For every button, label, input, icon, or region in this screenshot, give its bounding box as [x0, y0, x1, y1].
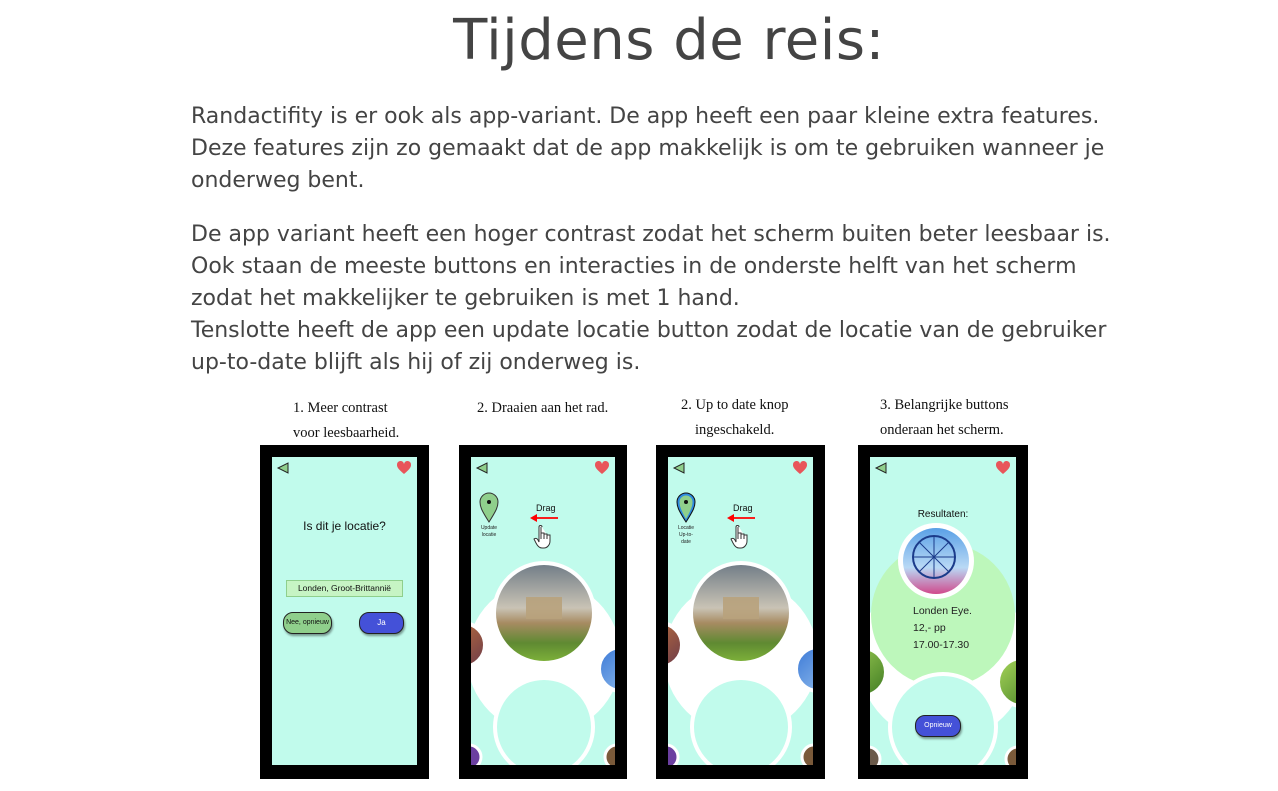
pin-label-line2: Up-to-date	[679, 532, 693, 545]
phone-screen: Locatie Up-to-date Drag	[668, 457, 813, 765]
phone-mockup-wheel: Update locatie Drag	[459, 445, 627, 779]
phone-mockup-uptodate: Locatie Up-to-date Drag	[656, 445, 825, 779]
drag-label: Drag	[536, 503, 556, 513]
pin-label-line1: Locatie	[677, 525, 695, 531]
again-button[interactable]: Opnieuw	[915, 715, 961, 737]
phone-mockup-results: Resultaten: Londen Eye. 12,- pp 17.00-17…	[858, 445, 1028, 779]
caption-4-line2: onderaan het scherm.	[880, 422, 1004, 438]
features-paragraph-part1: De app variant heeft een hoger contrast …	[191, 222, 1111, 311]
pin-label-line1: Update	[480, 525, 498, 531]
phone-screen: Update locatie Drag	[471, 457, 615, 765]
heart-icon[interactable]	[396, 460, 412, 476]
location-field[interactable]: Londen, Groot-Brittannië	[286, 580, 403, 597]
arrow-left-icon	[530, 514, 558, 522]
caption-4: 3. Belangrijke buttons onderaan het sche…	[880, 393, 1008, 443]
location-pin-icon[interactable]	[478, 491, 500, 523]
caption-2: 2. Draaien aan het rad.	[477, 396, 608, 421]
location-question: Is dit je locatie?	[303, 519, 386, 533]
caption-1-line2: voor leesbaarheid.	[293, 425, 400, 441]
result-time: 17.00-17.30	[913, 639, 970, 651]
result-details: Londen Eye. 12,- pp 17.00-17.30	[913, 603, 972, 654]
results-title: Resultaten:	[917, 509, 969, 520]
caption-2-line1: 2. Draaien aan het rad.	[477, 400, 609, 416]
features-paragraph-part2: Tenslotte heeft de app een update locati…	[191, 318, 1107, 375]
heart-icon[interactable]	[792, 460, 808, 476]
location-pin-icon[interactable]	[675, 491, 697, 523]
phone-screen: Resultaten: Londen Eye. 12,- pp 17.00-17…	[870, 457, 1016, 765]
intro-paragraph: Randactifity is er ook als app-variant. …	[191, 104, 1105, 193]
caption-1-line1: 1. Meer contrast	[293, 400, 388, 416]
retry-button[interactable]: Nee, opnieuw	[283, 612, 332, 634]
phone-mockup-location: Is dit je locatie? Londen, Groot-Brittan…	[260, 445, 429, 779]
hand-pointer-icon	[730, 525, 748, 549]
location-uptodate-label: Locatie Up-to-date	[676, 525, 696, 546]
hand-pointer-icon	[533, 525, 551, 549]
heart-icon[interactable]	[594, 460, 610, 476]
confirm-button[interactable]: Ja	[359, 612, 404, 634]
back-triangle-icon[interactable]	[475, 461, 489, 475]
features-paragraph: De app variant heeft een hoger contrast …	[191, 219, 1111, 379]
phone-screen: Is dit je locatie? Londen, Groot-Brittan…	[272, 457, 417, 765]
result-name: Londen Eye.	[913, 605, 972, 617]
back-triangle-icon[interactable]	[874, 461, 888, 475]
arrow-left-icon	[727, 514, 755, 522]
drag-label: Drag	[733, 503, 753, 513]
back-triangle-icon[interactable]	[672, 461, 686, 475]
result-price: 12,- pp	[913, 622, 946, 634]
caption-1: 1. Meer contrast voor leesbaarheid.	[293, 396, 399, 446]
caption-4-line1: 3. Belangrijke buttons	[880, 397, 1009, 413]
caption-3-line1: 2. Up to date knop	[681, 397, 789, 413]
page-title: Tijdens de reis:	[453, 8, 885, 73]
heart-icon[interactable]	[995, 460, 1011, 476]
pin-label-line2: locatie	[481, 532, 497, 538]
update-location-label: Update locatie	[479, 525, 499, 539]
back-triangle-icon[interactable]	[276, 461, 290, 475]
caption-3-line2: ingeschakeld.	[695, 422, 775, 438]
caption-3: 2. Up to date knop ingeschakeld.	[681, 393, 789, 443]
